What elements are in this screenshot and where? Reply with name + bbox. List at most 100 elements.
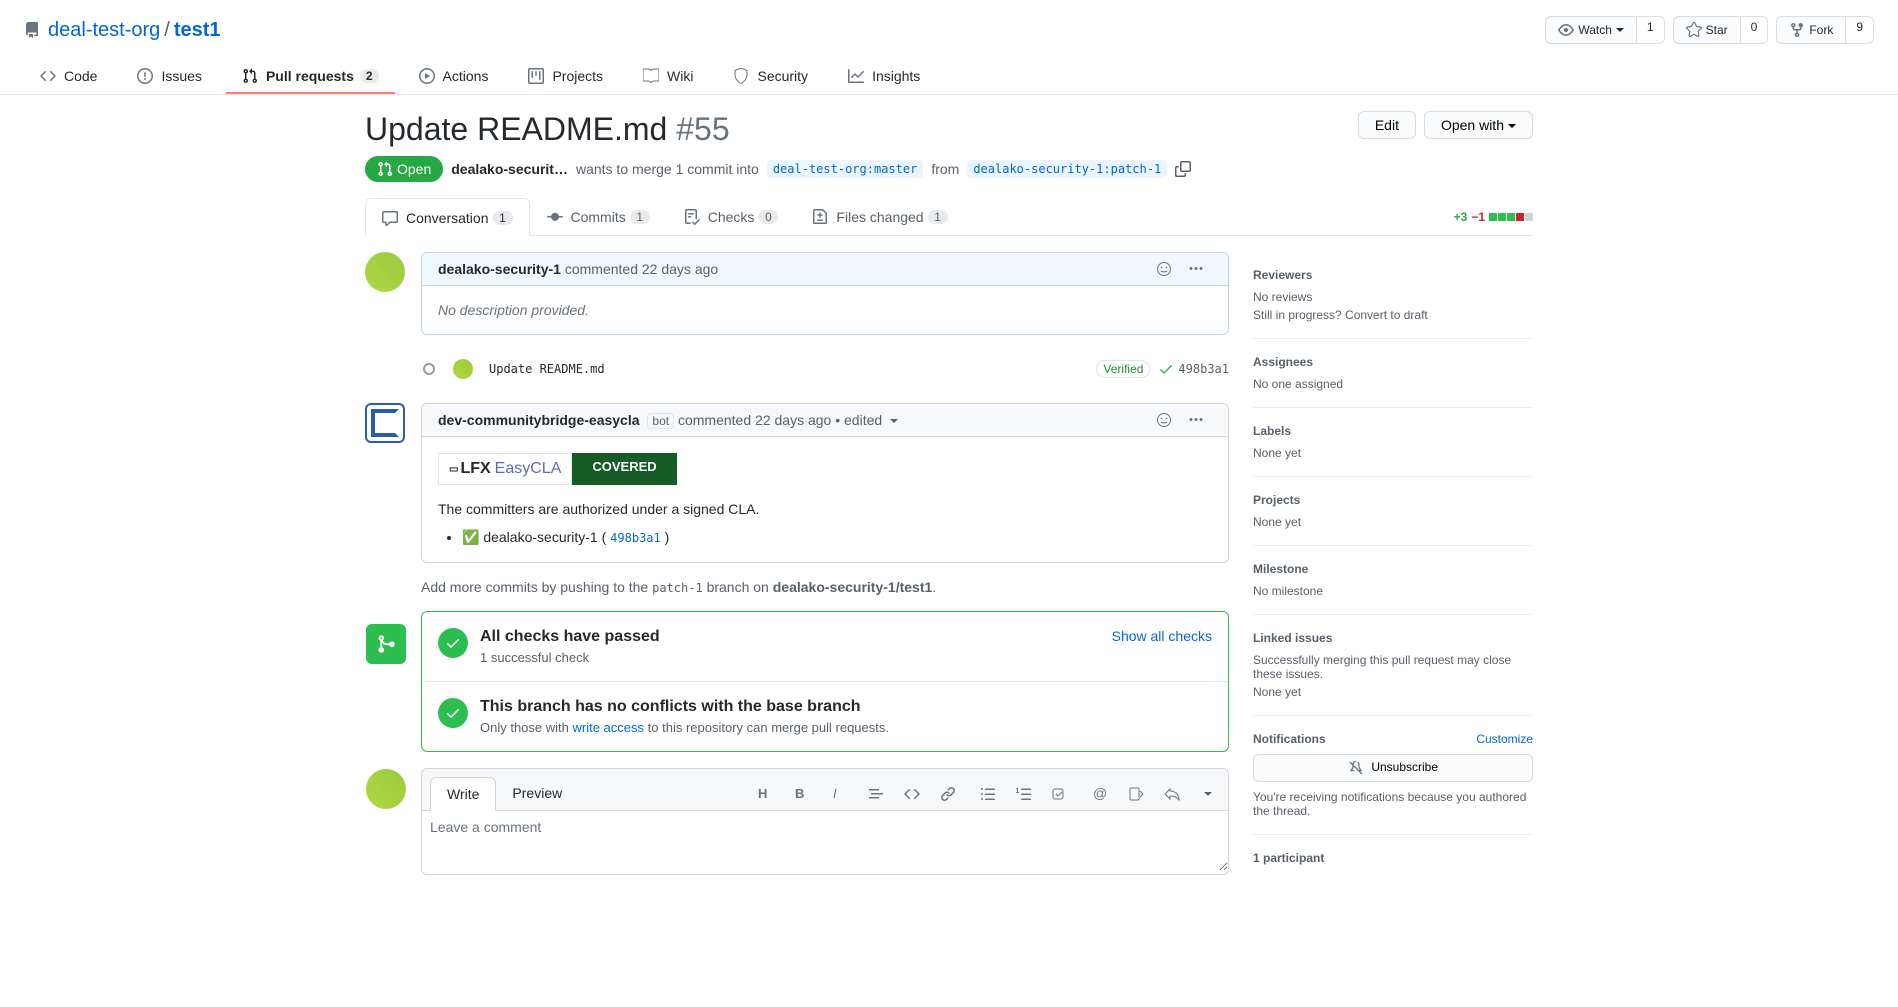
kebab-icon[interactable]	[1188, 261, 1204, 277]
comment-body: The committers are authorized under a si…	[438, 501, 1212, 517]
tab-insights[interactable]: Insights	[832, 60, 936, 94]
comment-icon	[382, 210, 398, 226]
tab-wiki[interactable]: Wiki	[627, 60, 709, 94]
shield-icon	[733, 68, 749, 84]
kebab-icon[interactable]	[1188, 412, 1204, 428]
code-icon[interactable]	[904, 786, 920, 802]
tab-pull-requests[interactable]: Pull requests2	[226, 60, 395, 94]
fork-button[interactable]: Fork	[1776, 16, 1846, 44]
smiley-icon[interactable]	[1156, 261, 1172, 277]
lfx-logo: ▭LFXEasyCLA	[438, 453, 572, 485]
commit-sha-link[interactable]: 498b3a1	[610, 531, 661, 545]
labels-heading[interactable]: Labels	[1253, 424, 1533, 438]
reply-icon[interactable]	[1164, 786, 1180, 802]
labels-none: None yet	[1253, 446, 1533, 460]
list-unordered-icon[interactable]	[980, 786, 996, 802]
commit-message[interactable]: Update README.md	[489, 362, 1096, 376]
copy-icon[interactable]	[1175, 161, 1191, 177]
eye-icon	[1558, 22, 1574, 38]
tab-conversation[interactable]: Conversation1	[365, 198, 530, 236]
checks-subtitle: 1 successful check	[480, 650, 660, 665]
fork-icon	[1789, 22, 1805, 38]
open-with-button[interactable]: Open with	[1424, 111, 1533, 139]
unsubscribe-button[interactable]: Unsubscribe	[1253, 754, 1533, 782]
tab-issues[interactable]: Issues	[121, 60, 217, 94]
file-diff-icon	[812, 209, 828, 225]
graph-icon	[848, 68, 864, 84]
fork-count[interactable]: 9	[1846, 16, 1874, 44]
comment-timestamp[interactable]: 22 days ago	[755, 412, 831, 428]
bot-avatar[interactable]	[365, 403, 405, 443]
checks-title: All checks have passed	[480, 628, 660, 646]
comment-textarea[interactable]	[422, 811, 1228, 871]
commit-author-avatar[interactable]	[453, 359, 473, 379]
assignees-heading[interactable]: Assignees	[1253, 355, 1533, 369]
italic-icon[interactable]: I	[828, 786, 844, 802]
watch-button[interactable]: Watch	[1545, 16, 1637, 44]
tab-checks[interactable]: Checks0	[667, 198, 796, 235]
repo-icon	[24, 22, 40, 38]
book-icon	[643, 68, 659, 84]
tab-actions[interactable]: Actions	[403, 60, 505, 94]
comment-author[interactable]: dealako-security-1	[438, 261, 561, 277]
mention-icon[interactable]: @	[1092, 786, 1108, 802]
quote-icon[interactable]	[868, 786, 884, 802]
tab-security[interactable]: Security	[717, 60, 824, 94]
participants-heading: 1 participant	[1253, 851, 1533, 865]
comment-author[interactable]: dev-communitybridge-easycla	[438, 412, 640, 428]
diffstat[interactable]: +3 −1	[1454, 210, 1533, 224]
linked-issues-heading[interactable]: Linked issues	[1253, 631, 1533, 645]
commit-row: Update README.md Verified 498b3a1	[421, 351, 1229, 387]
write-access-link[interactable]: write access	[573, 720, 645, 735]
push-hint: Add more commits by pushing to the patch…	[421, 579, 1229, 595]
tab-projects[interactable]: Projects	[512, 60, 619, 94]
commit-sha[interactable]: 498b3a1	[1178, 362, 1229, 376]
pr-title: Update README.md #55	[365, 111, 730, 148]
write-tab[interactable]: Write	[430, 777, 496, 811]
comment-timestamp[interactable]: 22 days ago	[642, 261, 718, 277]
bold-icon[interactable]: B	[792, 786, 808, 802]
smiley-icon[interactable]	[1156, 412, 1172, 428]
play-icon	[419, 68, 435, 84]
projects-none: None yet	[1253, 515, 1533, 529]
star-button[interactable]: Star	[1673, 16, 1741, 44]
tab-code[interactable]: Code	[24, 60, 113, 94]
cla-author-item: ✅ dealako-security-1 ( 498b3a1 )	[462, 529, 1212, 546]
star-count[interactable]: 0	[1741, 16, 1769, 44]
head-branch[interactable]: dealako-security-1:patch-1	[967, 160, 1167, 178]
reviewers-heading[interactable]: Reviewers	[1253, 268, 1533, 282]
tasklist-icon[interactable]	[1052, 786, 1068, 802]
user-avatar[interactable]	[366, 769, 406, 809]
link-icon[interactable]	[940, 786, 956, 802]
show-all-checks-link[interactable]: Show all checks	[1112, 628, 1212, 644]
issue-icon	[137, 68, 153, 84]
pr-icon	[377, 161, 393, 177]
author-avatar[interactable]	[365, 252, 405, 292]
comment-body: No description provided.	[438, 302, 589, 318]
customize-link[interactable]: Customize	[1476, 732, 1533, 746]
merge-status-badge	[366, 624, 406, 664]
git-merge-icon	[376, 634, 396, 654]
bell-slash-icon	[1348, 760, 1364, 776]
check-circle-icon	[438, 628, 468, 658]
commit-dot-icon	[421, 361, 437, 377]
milestone-heading[interactable]: Milestone	[1253, 562, 1533, 576]
edit-button[interactable]: Edit	[1358, 111, 1416, 139]
preview-tab[interactable]: Preview	[496, 777, 578, 810]
tab-files[interactable]: Files changed1	[795, 198, 964, 235]
crossref-icon[interactable]	[1128, 786, 1144, 802]
org-link[interactable]: deal-test-org	[48, 19, 160, 42]
checklist-icon	[684, 209, 700, 225]
heading-icon[interactable]: H	[756, 786, 772, 802]
verified-badge[interactable]: Verified	[1096, 360, 1150, 378]
watch-count[interactable]: 1	[1637, 16, 1665, 44]
base-branch[interactable]: deal-test-org:master	[767, 160, 924, 178]
list-ordered-icon[interactable]	[1016, 786, 1032, 802]
projects-heading[interactable]: Projects	[1253, 493, 1533, 507]
pr-author[interactable]: dealako-securit…	[451, 161, 568, 177]
tab-commits[interactable]: Commits1	[530, 198, 667, 235]
pr-icon	[242, 68, 258, 84]
convert-draft-link[interactable]: Still in progress? Convert to draft	[1253, 308, 1428, 322]
repo-link[interactable]: test1	[174, 19, 221, 41]
svg-text:B: B	[795, 786, 804, 801]
